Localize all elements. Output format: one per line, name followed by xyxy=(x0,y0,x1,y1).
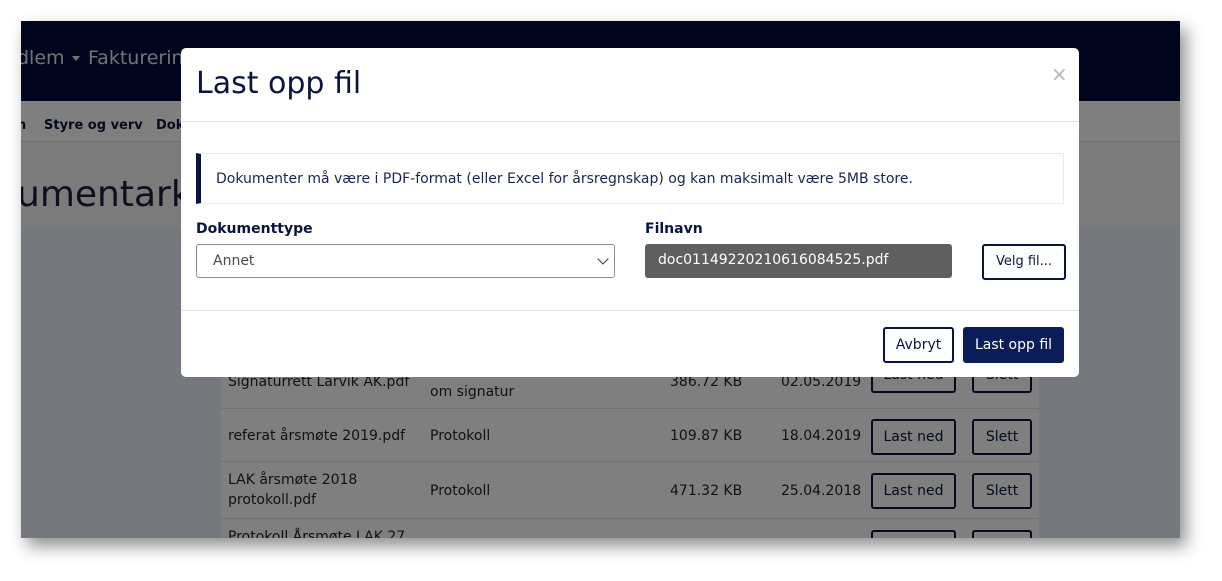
doctype-label: Dokumenttype xyxy=(196,221,313,237)
modal-title: Last opp fil xyxy=(196,66,362,101)
doctype-selected-value: Annet xyxy=(213,253,255,269)
modal-header: Last opp fil × xyxy=(181,48,1079,122)
screenshot-frame: dlem Fakturerin n Styre og verv Dok umen… xyxy=(21,21,1180,538)
alert-text: Dokumenter må være i PDF-format (eller E… xyxy=(216,171,913,187)
upload-file-button[interactable]: Last opp fil xyxy=(963,327,1064,363)
modal-footer: Avbryt Last opp fil xyxy=(181,310,1079,377)
chevron-down-icon xyxy=(597,253,609,265)
upload-modal: Last opp fil × Dokumenter må være i PDF-… xyxy=(181,48,1079,377)
choose-file-button[interactable]: Velg fil... xyxy=(982,244,1066,280)
info-alert: Dokumenter må være i PDF-format (eller E… xyxy=(196,153,1064,204)
filename-field: doc01149220210616084525.pdf xyxy=(645,244,952,278)
filename-label: Filnavn xyxy=(645,221,703,237)
doctype-select[interactable]: Annet xyxy=(196,244,615,278)
cancel-button[interactable]: Avbryt xyxy=(883,327,954,363)
close-icon[interactable]: × xyxy=(1051,62,1068,86)
filename-value: doc01149220210616084525.pdf xyxy=(658,252,889,268)
